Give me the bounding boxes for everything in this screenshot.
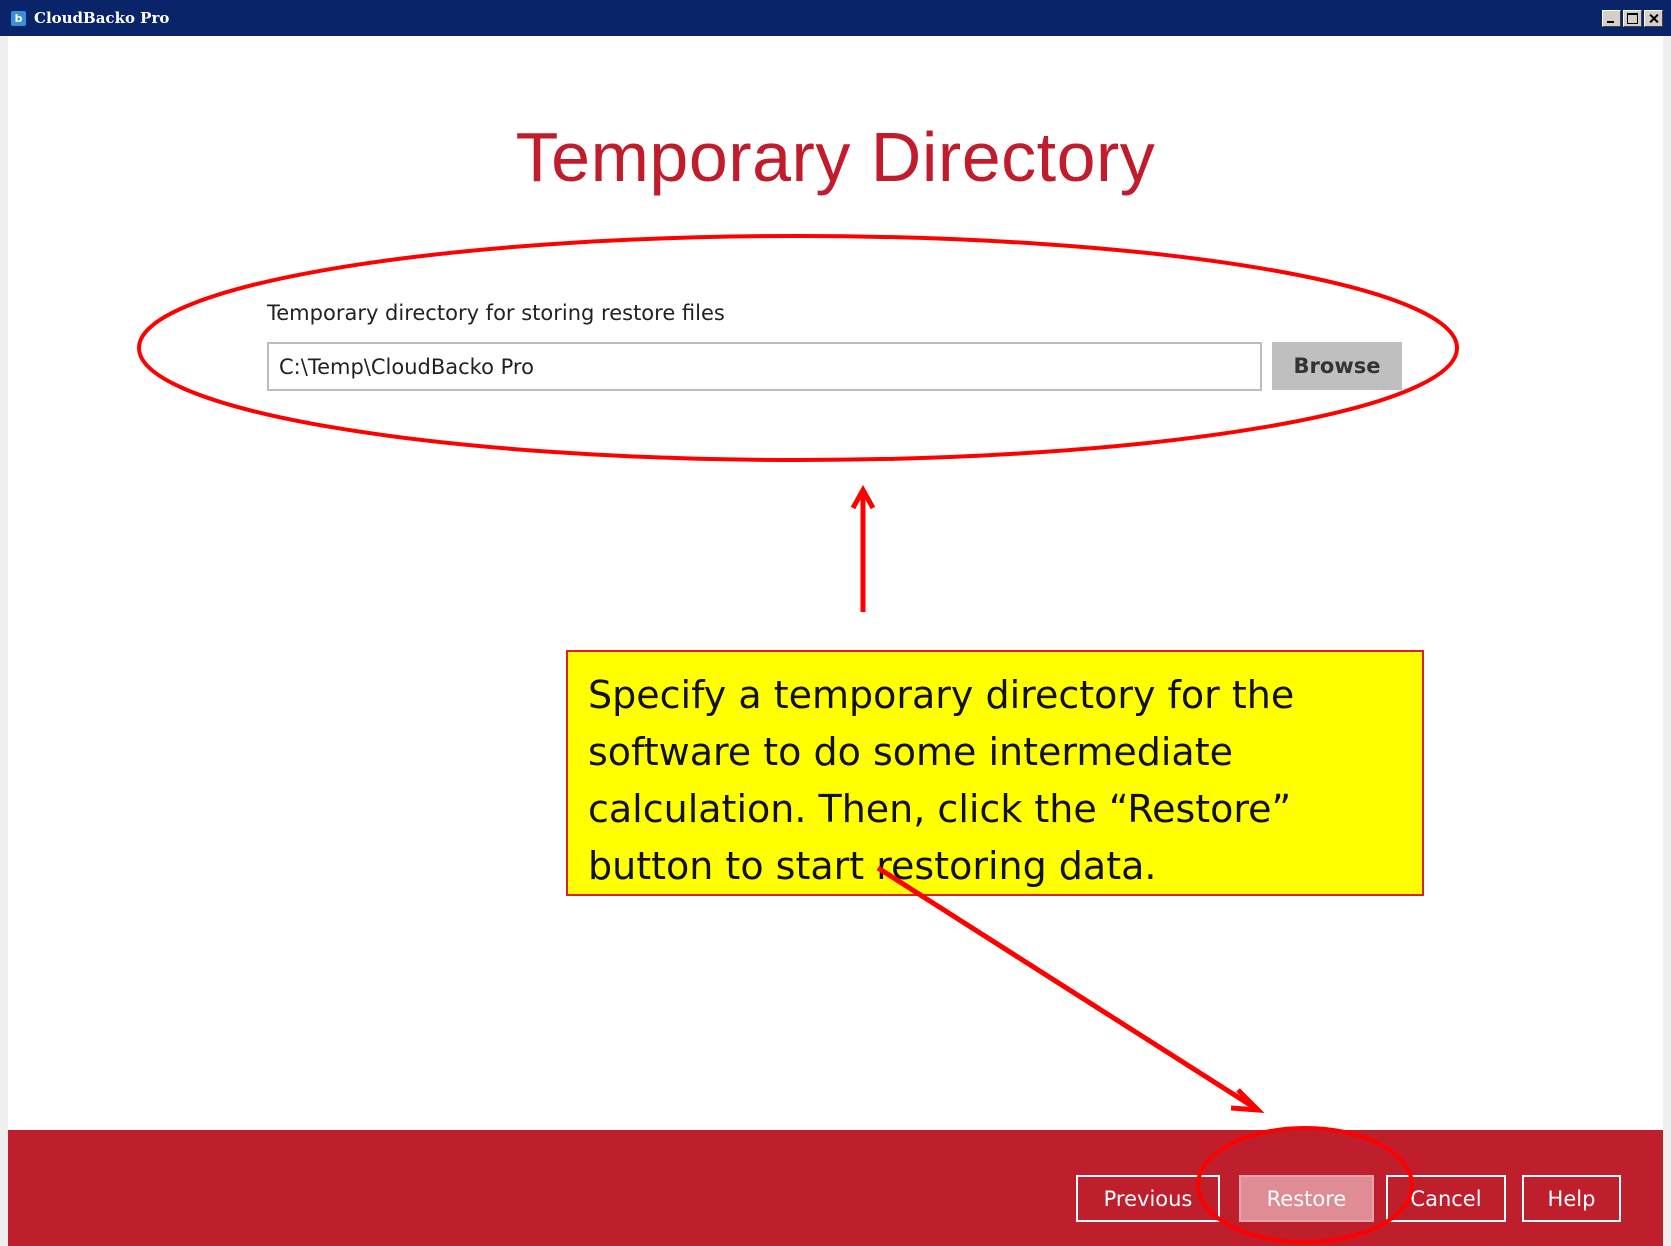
temp-directory-input[interactable] bbox=[267, 342, 1262, 391]
close-icon[interactable] bbox=[1644, 10, 1663, 27]
title-bar: b CloudBacko Pro bbox=[0, 0, 1671, 36]
app-window: b CloudBacko Pro Temporary Directory Tem… bbox=[0, 0, 1671, 1246]
maximize-icon[interactable] bbox=[1623, 10, 1642, 27]
window-title: CloudBacko Pro bbox=[34, 9, 170, 27]
previous-button[interactable]: Previous bbox=[1076, 1175, 1220, 1222]
window-controls bbox=[1600, 10, 1663, 27]
main-content: Temporary Directory Temporary directory … bbox=[8, 36, 1663, 1246]
page-title: Temporary Directory bbox=[515, 118, 1156, 196]
temp-directory-label: Temporary directory for storing restore … bbox=[267, 301, 725, 325]
footer-bar: Previous Restore Cancel Help bbox=[8, 1130, 1663, 1246]
instruction-callout: Specify a temporary directory for the so… bbox=[566, 650, 1424, 896]
app-logo-icon: b bbox=[11, 11, 26, 26]
cancel-button[interactable]: Cancel bbox=[1386, 1175, 1506, 1222]
browse-button[interactable]: Browse bbox=[1272, 342, 1402, 390]
help-button[interactable]: Help bbox=[1522, 1175, 1621, 1222]
restore-button[interactable]: Restore bbox=[1239, 1175, 1374, 1222]
minimize-icon[interactable] bbox=[1602, 10, 1621, 27]
